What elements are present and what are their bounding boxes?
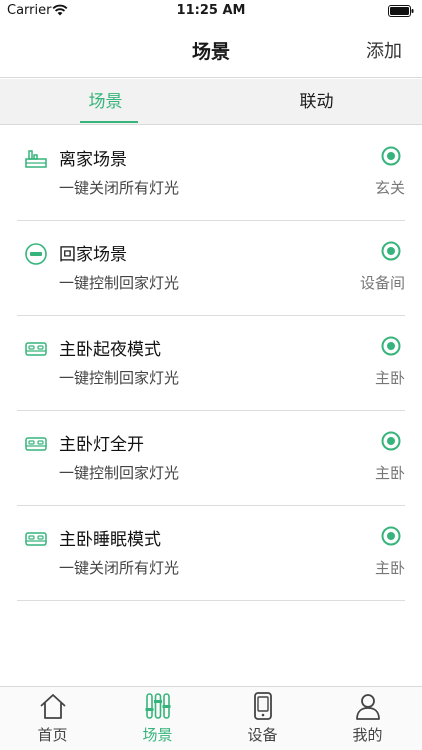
scene-room: 主卧 [374, 559, 405, 577]
scene-description: 一键控制回家灯光 [59, 369, 180, 387]
tab-devices-label: 设备 [247, 726, 278, 744]
user-icon [356, 694, 380, 720]
scene-description: 一键关闭所有灯光 [59, 559, 180, 577]
scene-name: 主卧起夜模式 [59, 340, 161, 360]
scene-description: 一键控制回家灯光 [59, 464, 180, 482]
tab-active-indicator [80, 121, 138, 123]
scene-run-icon[interactable] [381, 431, 401, 451]
scene-room: 主卧 [374, 464, 405, 482]
scene-run-icon[interactable] [381, 146, 401, 166]
scene-description: 一键控制回家灯光 [59, 274, 180, 292]
sliders-icon [145, 693, 171, 719]
scene-item[interactable]: 主卧灯全开 一键控制回家灯光 主卧 [17, 411, 405, 506]
scene-name: 回家场景 [59, 245, 127, 265]
status-bar: Carrier 11:25 AM [0, 0, 422, 22]
scene-item[interactable]: 回家场景 一键控制回家灯光 设备间 [17, 221, 405, 316]
home-icon [40, 694, 66, 719]
clock: 11:25 AM [176, 3, 246, 18]
segment-tabs: 场景 联动 [0, 79, 422, 125]
minus-circle-icon [25, 243, 47, 265]
luggage-icon [25, 150, 47, 168]
scene-run-icon[interactable] [381, 526, 401, 546]
tab-profile[interactable]: 我的 [315, 687, 420, 750]
scene-name: 主卧睡眠模式 [59, 530, 161, 550]
scene-item[interactable]: 主卧睡眠模式 一键关闭所有灯光 主卧 [17, 506, 405, 601]
tab-profile-label: 我的 [352, 726, 383, 744]
scene-room: 设备间 [359, 274, 405, 292]
battery-icon [388, 5, 414, 17]
tab-linkage[interactable]: 联动 [211, 79, 422, 125]
tab-scenes-label: 场景 [142, 726, 173, 744]
tab-home[interactable]: 首页 [0, 687, 105, 750]
scene-room: 玄关 [374, 179, 405, 197]
scene-description: 一键关闭所有灯光 [59, 179, 180, 197]
scene-name: 主卧灯全开 [59, 435, 144, 455]
tab-home-label: 首页 [37, 726, 68, 744]
scene-run-icon[interactable] [381, 241, 401, 261]
bed-icon [25, 342, 47, 356]
bed-icon [25, 437, 47, 451]
scene-room: 主卧 [374, 369, 405, 387]
add-button[interactable]: 添加 [366, 37, 402, 63]
scene-name: 离家场景 [59, 150, 127, 170]
scene-item[interactable]: 离家场景 一键关闭所有灯光 玄关 [17, 126, 405, 221]
page-title: 场景 [191, 41, 230, 63]
scene-item[interactable]: 主卧起夜模式 一键控制回家灯光 主卧 [17, 316, 405, 411]
scene-run-icon[interactable] [381, 336, 401, 356]
tab-devices[interactable]: 设备 [210, 687, 315, 750]
device-icon [254, 692, 272, 720]
bed-icon [25, 532, 47, 546]
tab-scenes-bottom[interactable]: 场景 [105, 687, 210, 750]
scene-list: 离家场景 一键关闭所有灯光 玄关 回家场景 一键控制回家灯光 设备间 主卧起夜模… [0, 126, 422, 601]
tab-scenes[interactable]: 场景 [0, 79, 211, 125]
bottom-tab-bar: 首页 场景 设备 我的 [0, 686, 422, 750]
nav-bar: 场景 添加 [0, 22, 422, 78]
